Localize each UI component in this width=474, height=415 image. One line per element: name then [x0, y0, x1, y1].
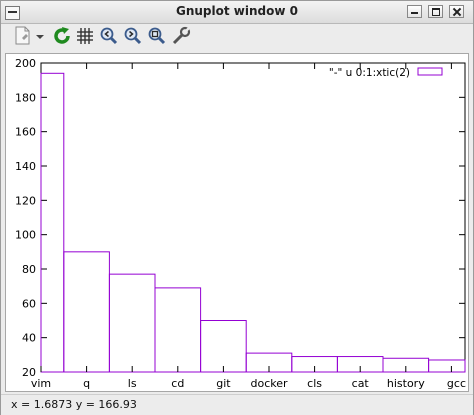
x-tick-label: gcc [447, 377, 466, 390]
x-tick-label: ls [128, 377, 137, 390]
autoscale-icon[interactable] [146, 25, 168, 47]
copy-to-clipboard-icon[interactable] [13, 25, 33, 47]
y-tick-label: 160 [15, 126, 36, 139]
x-tick-label: cd [171, 377, 184, 390]
x-tick-label: cat [352, 377, 370, 390]
plot-border [40, 62, 466, 373]
y-axis-ticks: 20406080100120140160180200 [15, 57, 465, 379]
y-tick-label: 140 [15, 160, 36, 173]
y-tick-label: 180 [15, 91, 36, 104]
chart-legend: "-" u 0:1:xtic(2) [329, 67, 443, 79]
grid-icon[interactable] [74, 25, 96, 47]
title-bar[interactable]: Gnuplot window 0 [1, 1, 473, 24]
x-axis-ticks: vim q ls cd git docker cls cat history gcc [31, 63, 466, 390]
zoom-previous-icon[interactable] [98, 25, 120, 47]
toolbar [1, 24, 473, 50]
bar [40, 72, 65, 373]
settings-wrench-icon[interactable] [170, 25, 192, 47]
plot-area[interactable]: 20 40 60 80 100 120 140 160 180 200 vim q ls cd git do… [5, 53, 469, 392]
minimize-button[interactable] [407, 5, 422, 18]
window-title: Gnuplot window 0 [176, 4, 298, 18]
x-tick-label: history [387, 377, 425, 390]
status-bar: x = 1.6873 y = 166.93 [1, 394, 473, 415]
bar-series [40, 72, 466, 373]
y-tick-label: 100 [15, 229, 36, 242]
x-tick-label: git [216, 377, 231, 390]
y-tick-label: 60 [22, 297, 36, 310]
bar [200, 320, 247, 373]
maximize-button[interactable] [428, 5, 443, 18]
y-tick-label: 80 [22, 263, 36, 276]
chart-axes [40, 62, 466, 373]
bar [108, 273, 156, 373]
close-button[interactable] [449, 5, 464, 18]
legend-label: "-" u 0:1:xtic(2) [329, 67, 410, 79]
x-tick-label: vim [31, 377, 51, 390]
legend-swatch [417, 67, 443, 76]
y-tick-label: 200 [15, 57, 36, 70]
x-tick-label: cls [307, 377, 322, 390]
y-tick-label: 40 [22, 332, 36, 345]
x-tick-label: docker [250, 377, 288, 390]
bar [428, 359, 466, 373]
bar [63, 251, 110, 373]
gnuplot-window: Gnuplot window 0 20 40 60 80 100 120 140… [0, 0, 474, 415]
cursor-coordinates: x = 1.6873 y = 166.93 [11, 398, 137, 411]
x-tick-label: q [83, 377, 90, 390]
bar [154, 287, 202, 373]
y-tick-label: 120 [15, 194, 36, 207]
zoom-next-icon[interactable] [122, 25, 144, 47]
bar-chart: 20406080100120140160180200 vim q ls cd git do… [15, 57, 466, 390]
dropdown-arrow-icon[interactable] [34, 25, 46, 47]
replot-icon[interactable] [51, 25, 73, 47]
